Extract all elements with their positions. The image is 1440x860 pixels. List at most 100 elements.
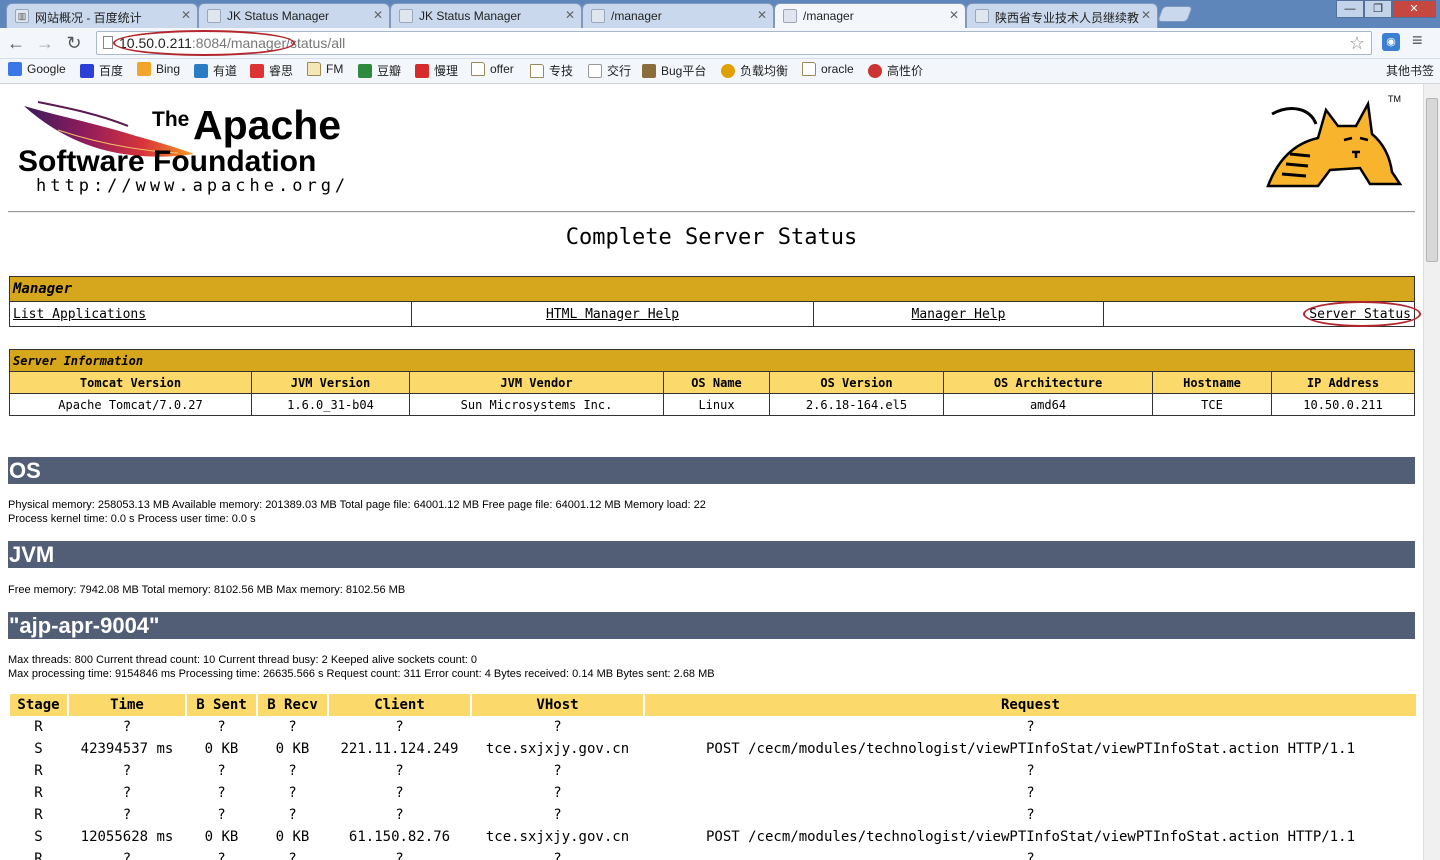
vhost-cell: ? [553,785,562,801]
connector-info-line2: Max processing time: 9154846 ms Processi… [8,668,715,680]
tab-jk-status-2[interactable]: JK Status Manager ✕ [390,3,582,28]
manager-cell: List Applications [9,301,412,327]
back-icon[interactable]: ← [5,32,27,54]
close-icon[interactable]: ✕ [565,8,575,22]
bookmark-youdao[interactable]: 有道 [194,62,237,79]
bookmarks-bar: Google 百度 Bing 有道 睿思 FM 豆瓣 慢理 offer 专技 交… [0,59,1440,84]
tab-manager-active[interactable]: /manager ✕ [774,3,966,28]
reload-icon[interactable]: ↻ [63,32,85,54]
close-icon[interactable]: ✕ [1141,8,1151,22]
tab-baidu-stats[interactable]: ▥ 网站概况 - 百度统计 ✕ [6,3,198,28]
bookmark-ruisi[interactable]: 睿思 [250,62,293,79]
address-bar[interactable]: 10.50.0.211:8084/manager/status/all ☆ [96,30,1372,56]
column-header: Stage [10,694,67,716]
bookmark-oracle[interactable]: oracle [802,62,854,76]
tab-jk-status-1[interactable]: JK Status Manager ✕ [198,3,390,28]
bookmark-label: 负载均衡 [740,64,789,78]
page-icon [103,36,113,49]
bookmark-label: Bug平台 [661,64,707,78]
bookmark-offer[interactable]: offer [471,62,514,76]
bookmark-google[interactable]: Google [8,62,66,76]
table-row: R ? ? ? ? ? ? [10,760,1416,782]
request-cell: ? [1026,763,1035,779]
bookmark-bing[interactable]: Bing [137,62,180,76]
close-icon[interactable]: ✕ [949,8,959,22]
bookmark-label: 交行 [607,64,632,78]
html-manager-help-link[interactable]: HTML Manager Help [546,307,679,322]
client-cell: ? [395,851,404,860]
bookmark-fm[interactable]: FM [307,62,343,76]
close-icon[interactable]: ✕ [181,8,191,22]
tab-label: JK Status Manager [227,9,330,23]
column-header: OS Architecture [943,371,1153,394]
request-cell: POST /cecm/modules/technologist/viewPTIn… [705,741,1355,757]
stage-cell: R [34,719,43,735]
bookmark-label: Google [27,62,66,76]
lb-icon [721,64,735,78]
bytes-recv-cell: ? [288,851,297,860]
baidu-paw-icon [80,64,94,78]
bookmark-label: 高性价 [887,64,924,78]
bytes-recv-cell: ? [288,719,297,735]
scrollbar-thumb[interactable] [1426,98,1438,262]
chart-favicon-icon: ▥ [15,9,29,23]
client-cell: ? [395,807,404,823]
client-cell: ? [395,785,404,801]
bytes-sent-cell: ? [217,785,226,801]
bookmark-baidu[interactable]: 百度 [80,62,123,79]
server-info-table: Server Information Tomcat Version JVM Ve… [9,349,1415,416]
bytes-sent-cell: 0 KB [204,829,239,845]
bookmark-star-icon[interactable]: ☆ [1349,33,1365,54]
other-bookmarks[interactable]: 其他书签 [1367,62,1434,79]
bookmark-lb[interactable]: 负载均衡 [721,62,788,79]
page-icon [588,64,602,78]
os-name-value: Linux [663,393,770,416]
server-status-annotation-ellipse [1303,300,1422,327]
maximize-button[interactable]: ❐ [1364,0,1392,18]
wrench-menu-icon[interactable]: ≡ [1412,30,1423,51]
bookmark-jiaohang[interactable]: 交行 [588,62,631,79]
bookmark-label: 专技 [549,64,574,78]
jvm-info-line1: Free memory: 7942.08 MB Total memory: 81… [8,584,406,596]
forward-icon[interactable]: → [34,32,56,54]
column-header: OS Name [663,371,770,394]
list-applications-link[interactable]: List Applications [13,307,146,322]
os-section-heading: OS [8,457,1415,484]
request-cell: POST /cecm/modules/technologist/viewPTIn… [705,829,1355,845]
close-icon[interactable]: ✕ [757,8,767,22]
manager-help-link[interactable]: Manager Help [912,307,1006,322]
folder-icon [471,62,485,76]
tab-shaanxi[interactable]: 陕西省专业技术人员继续教 ✕ [966,3,1158,28]
ip-address-value: 10.50.0.211 [1271,393,1415,416]
extension-icon[interactable]: ◉ [1382,33,1400,51]
time-cell: ? [122,785,132,801]
folder-icon [802,62,816,76]
column-header: JVM Version [251,371,410,394]
time-cell: 12055628 ms [80,829,174,845]
rs-icon [250,64,264,78]
request-cell: ? [1026,785,1035,801]
close-icon[interactable]: ✕ [373,8,383,22]
bytes-recv-cell: ? [288,763,297,779]
bookmark-gaoxingjia[interactable]: 高性价 [868,62,923,79]
table-row: R ? ? ? ? ? ? [10,782,1416,804]
column-header: B Recv [258,694,327,716]
minimize-button[interactable]: — [1336,0,1364,18]
bookmark-zhuanji[interactable]: 专技 [530,62,573,79]
os-info-line1: Physical memory: 258053.13 MB Available … [8,499,706,511]
page-favicon-icon [591,9,605,23]
page-scrollbar[interactable] [1423,84,1440,860]
new-tab-button[interactable] [1157,6,1193,22]
vhost-cell: tce.sxjxjy.gov.cn [485,829,630,845]
column-header: JVM Vendor [409,371,664,394]
bookmark-douban[interactable]: 豆瓣 [358,62,401,79]
bookmark-manli[interactable]: 慢理 [415,62,458,79]
jvm-section-heading: JVM [8,541,1415,568]
fm-icon [307,62,321,76]
bookmark-bug[interactable]: Bug平台 [642,62,706,79]
tab-manager-1[interactable]: /manager ✕ [582,3,774,28]
tab-label: JK Status Manager [419,9,522,23]
column-header: Tomcat Version [9,371,252,394]
window-close-button[interactable]: ✕ [1392,0,1436,18]
page-title: Complete Server Status [565,225,858,250]
